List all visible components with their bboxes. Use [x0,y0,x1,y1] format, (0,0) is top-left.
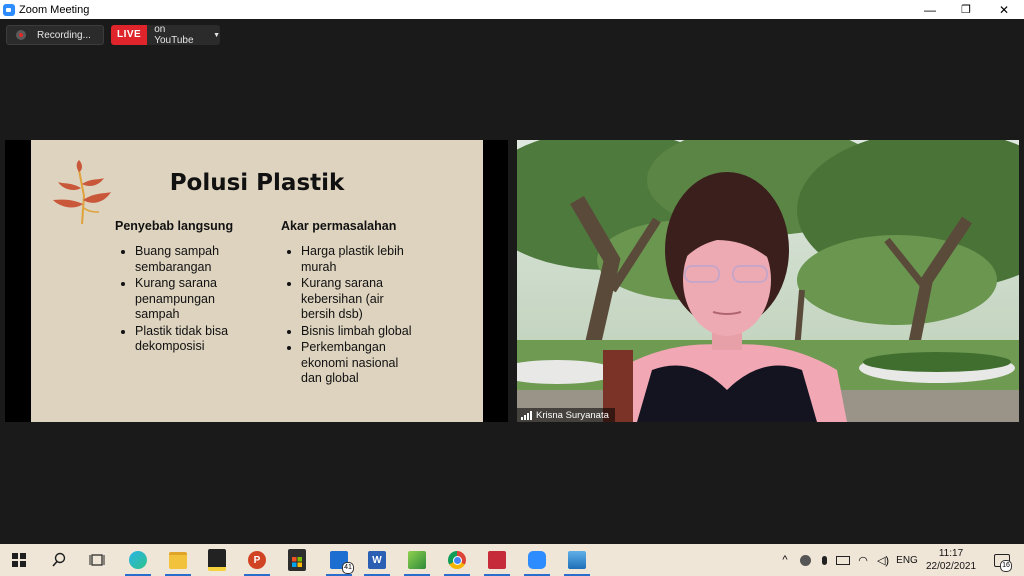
language-indicator[interactable]: ENG [894,544,920,576]
video-feed-image [517,140,1019,422]
live-stream-button[interactable]: LIVE on YouTube ▼ [111,25,220,45]
recording-indicator[interactable]: Recording... [6,25,104,45]
search-icon[interactable] [44,544,74,576]
recording-label: Recording... [37,29,91,41]
participant-name: Krisna Suryanata [536,409,609,421]
microphone-icon[interactable] [816,544,832,576]
notifications-icon[interactable]: 16 [986,544,1018,576]
participant-video[interactable]: Krisna Suryanata [517,140,1019,422]
red-app-icon[interactable] [480,544,514,576]
live-target-label: on YouTube [154,25,194,45]
task-view-icon[interactable] [82,544,112,576]
zoom-app-icon [3,3,15,16]
taskbar-clock[interactable]: 11:17 22/02/2021 [922,547,980,573]
window-titlebar: Zoom Meeting — ❐ ✕ [0,0,1024,19]
store-icon[interactable] [280,544,314,576]
close-button[interactable]: ✕ [984,0,1024,19]
notification-count-badge: 16 [1000,560,1012,572]
left-column-list: Buang sampah sembarangan Kurang sarana p… [115,244,245,355]
list-item: Plastik tidak bisa dekomposisi [135,324,245,355]
record-icon [16,30,26,40]
show-hidden-icons-chevron-icon[interactable]: ^ [776,544,794,576]
list-item: Kurang sarana kebersihan (air bersih dsb… [301,276,421,323]
photos-icon[interactable] [560,544,594,576]
battery-icon[interactable] [834,544,852,576]
sticky-notes-icon[interactable] [200,544,234,576]
list-item: Perkembangan ekonomi nasional dan global [301,340,421,387]
list-item: Harga plastik lebih murah [301,244,421,275]
list-item: Bisnis limbah global [301,324,421,340]
clock-date: 22/02/2021 [925,561,977,572]
right-column: Akar permasalahan Harga plastik lebih mu… [281,219,421,388]
screen-share-view: Polusi Plastik Penyebab langsung Buang s… [5,140,508,422]
right-column-heading: Akar permasalahan [281,219,397,233]
left-column: Penyebab langsung Buang sampah sembarang… [115,219,245,356]
meeting-area: Recording... LIVE on YouTube ▼ Polusi Pl… [0,19,1024,544]
slide-title: Polusi Plastik [169,170,345,196]
zoom-icon[interactable] [520,544,554,576]
clock-time: 11:17 [938,548,964,559]
right-column-list: Harga plastik lebih murah Kurang sarana … [281,244,421,387]
list-item: Kurang sarana penampungan sampah [135,276,245,323]
live-badge: LIVE [111,25,148,45]
windows-taskbar: P 41 W ^ ◠ ◁) ENG 11:17 22/02/2021 16 [0,544,1024,576]
file-explorer-icon[interactable] [161,544,195,576]
word-icon[interactable]: W [360,544,394,576]
chrome-icon[interactable] [440,544,474,576]
participant-name-tag: Krisna Suryanata [517,408,615,422]
volume-icon[interactable]: ◁) [874,544,892,576]
list-item: Buang sampah sembarangan [135,244,245,275]
mail-icon[interactable]: 41 [322,544,356,576]
wifi-icon[interactable]: ◠ [854,544,872,576]
windows-start-icon[interactable] [4,544,34,576]
chevron-down-icon[interactable]: ▼ [213,32,220,39]
minimize-button[interactable]: — [910,0,950,19]
tray-app-icon[interactable] [796,544,814,576]
presentation-slide: Polusi Plastik Penyebab langsung Buang s… [31,140,483,422]
powerpoint-icon[interactable]: P [240,544,274,576]
window-title: Zoom Meeting [19,3,90,16]
restore-button[interactable]: ❐ [946,0,986,19]
mail-badge: 41 [342,562,354,574]
signal-strength-icon [521,410,532,420]
green-app-icon[interactable] [400,544,434,576]
left-column-heading: Penyebab langsung [115,219,234,233]
edge-browser-icon[interactable] [121,544,155,576]
